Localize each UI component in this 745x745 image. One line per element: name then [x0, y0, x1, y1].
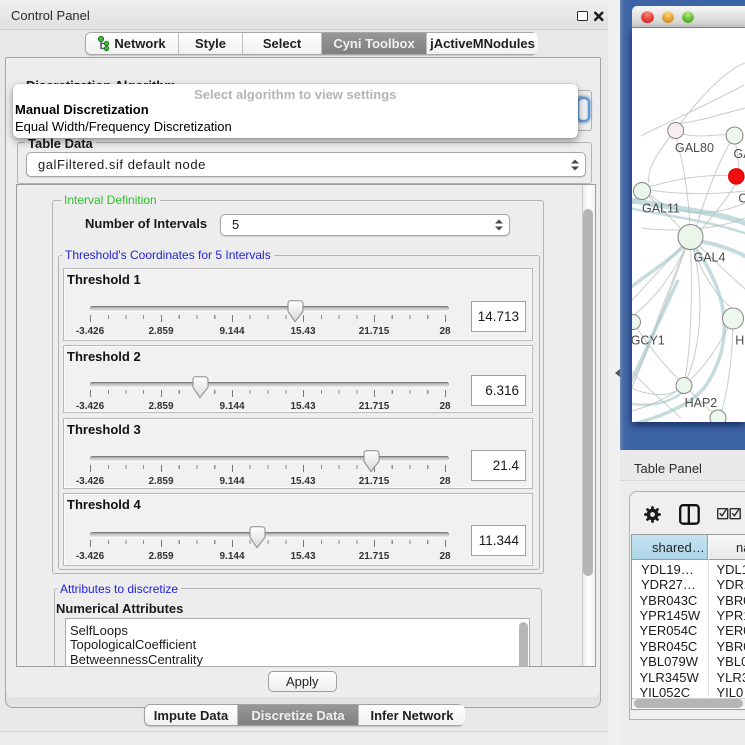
svg-text:HAP2: HAP2 — [685, 396, 718, 410]
svg-text:C: C — [738, 191, 745, 205]
svg-text:GAL4: GAL4 — [694, 250, 726, 264]
svg-text:GA: GA — [734, 147, 745, 161]
svg-text:GAL11: GAL11 — [642, 201, 680, 215]
svg-text:GCY1: GCY1 — [632, 333, 665, 347]
svg-text:GAL80: GAL80 — [675, 141, 714, 155]
svg-text:H: H — [735, 333, 744, 347]
